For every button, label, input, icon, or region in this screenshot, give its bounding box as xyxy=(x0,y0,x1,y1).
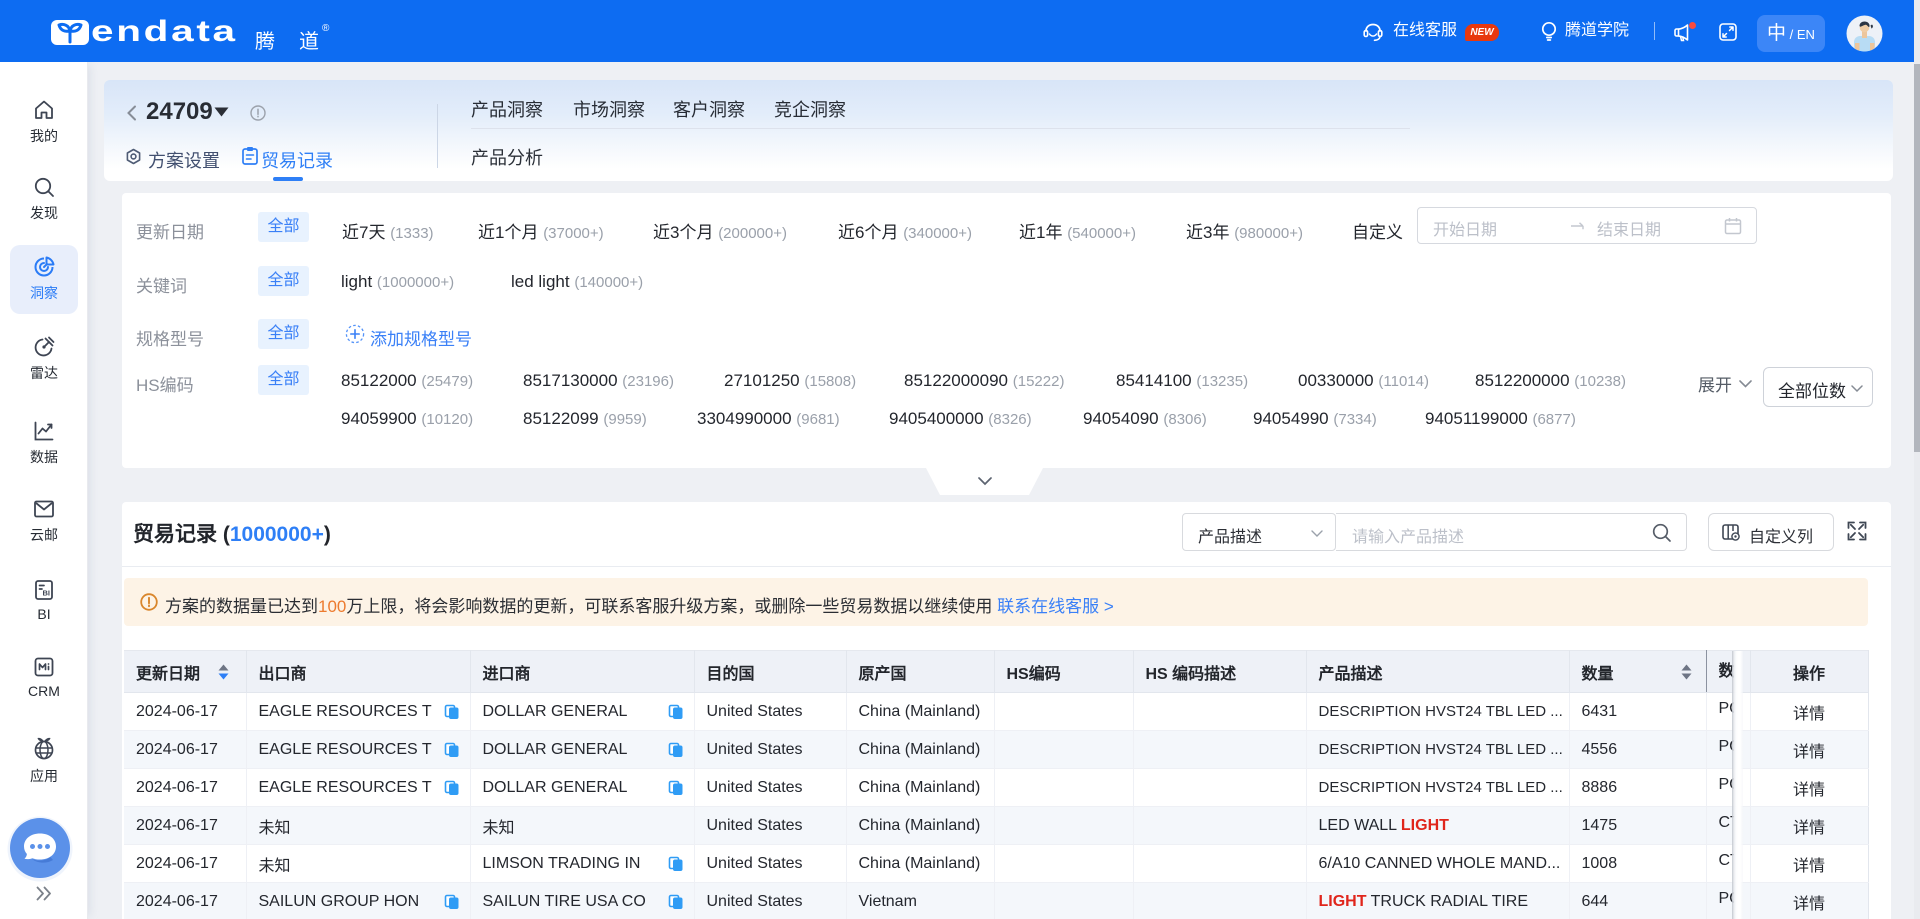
svg-text:BI: BI xyxy=(43,589,51,598)
